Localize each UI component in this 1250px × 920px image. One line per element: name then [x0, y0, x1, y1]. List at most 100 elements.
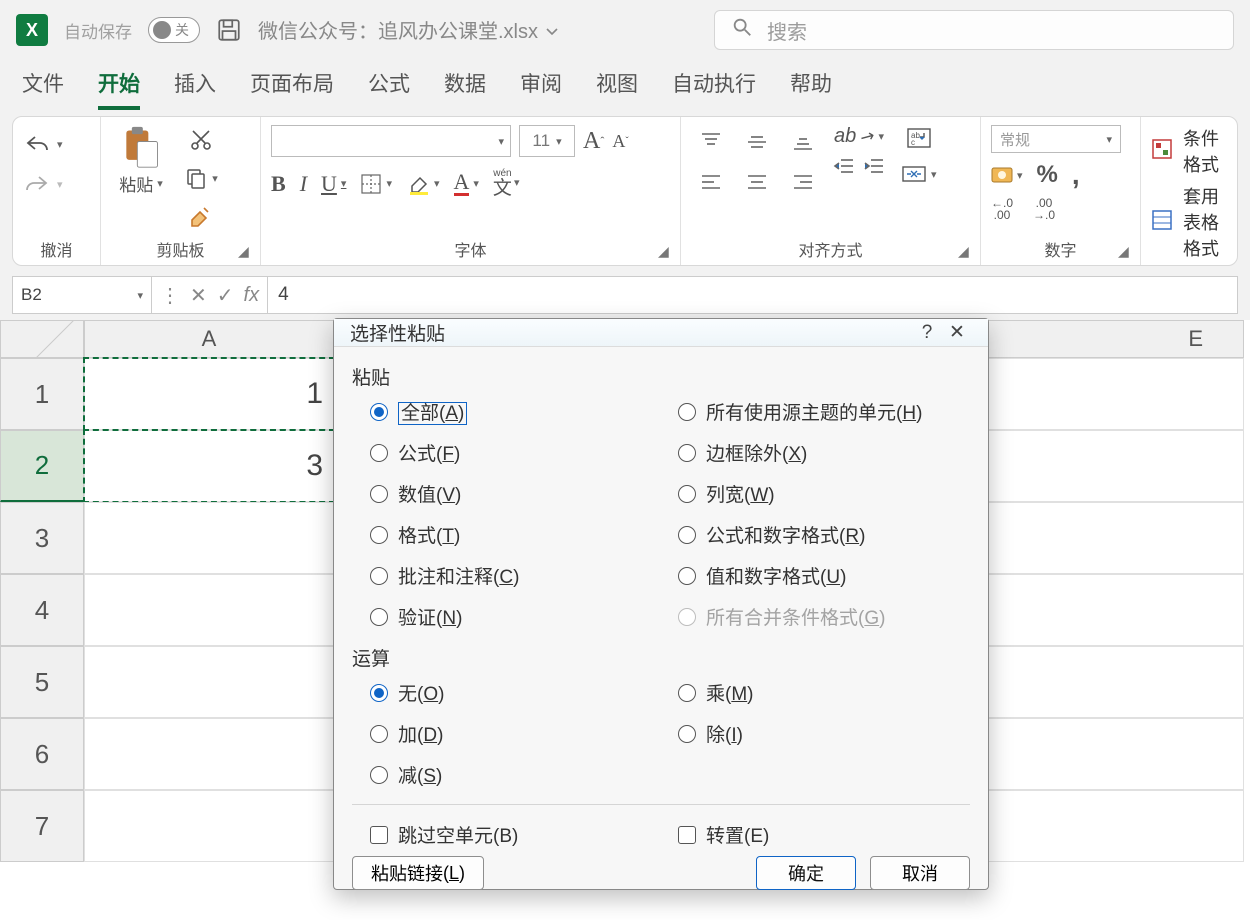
- cell[interactable]: [84, 646, 334, 718]
- align-top-icon[interactable]: [691, 125, 731, 159]
- tab-开始[interactable]: 开始: [98, 68, 140, 110]
- edit-options-icon[interactable]: ⋮: [160, 283, 180, 308]
- tab-公式[interactable]: 公式: [368, 68, 410, 110]
- align-bottom-icon[interactable]: [783, 125, 823, 159]
- align-center-icon[interactable]: [737, 165, 777, 199]
- cell[interactable]: [84, 502, 334, 574]
- number-format-select[interactable]: 常规 ▾: [991, 125, 1121, 153]
- radio-option[interactable]: 值和数字格式(U): [678, 562, 970, 589]
- row-header[interactable]: 4: [0, 574, 84, 646]
- cell[interactable]: [84, 790, 334, 862]
- autosave-toggle[interactable]: 关: [148, 17, 200, 43]
- help-icon[interactable]: ?: [912, 322, 942, 344]
- style-item[interactable]: 套用表格格式: [1151, 183, 1227, 261]
- name-box[interactable]: B2 ▾: [12, 276, 152, 314]
- search-input[interactable]: 搜索: [714, 10, 1234, 50]
- close-icon[interactable]: ✕: [942, 321, 972, 344]
- radio-option[interactable]: 验证(N): [370, 603, 670, 630]
- save-icon[interactable]: [216, 17, 242, 43]
- radio-option[interactable]: 格式(T): [370, 521, 670, 548]
- column-header[interactable]: A: [84, 320, 334, 358]
- tab-自动执行[interactable]: 自动执行: [672, 68, 756, 110]
- row-header[interactable]: 6: [0, 718, 84, 790]
- currency-button[interactable]: ▾: [991, 165, 1023, 185]
- italic-button[interactable]: I: [300, 171, 307, 197]
- align-right-icon[interactable]: [783, 165, 823, 199]
- dialog-launcher-icon[interactable]: ◢: [658, 243, 674, 259]
- radio-option[interactable]: 公式(F): [370, 439, 670, 466]
- paste-button[interactable]: 粘贴▾: [111, 125, 171, 231]
- row-header[interactable]: 2: [0, 430, 84, 502]
- comma-button[interactable]: ,: [1072, 159, 1080, 191]
- cell[interactable]: 1: [84, 358, 334, 430]
- align-left-icon[interactable]: [691, 165, 731, 199]
- formula-input[interactable]: 4: [267, 276, 1238, 314]
- radio-option[interactable]: 列宽(W): [678, 480, 970, 507]
- fill-color-button[interactable]: ▾: [406, 172, 440, 196]
- radio-option[interactable]: 除(I): [678, 720, 970, 747]
- increase-indent-icon[interactable]: [863, 156, 885, 178]
- undo-button[interactable]: ▾: [23, 129, 73, 159]
- bold-button[interactable]: B: [271, 171, 286, 197]
- borders-button[interactable]: ▾: [360, 173, 392, 195]
- row-header[interactable]: 5: [0, 646, 84, 718]
- merge-center-button[interactable]: ▾: [901, 161, 937, 187]
- orientation-button[interactable]: ab↗▾: [833, 125, 885, 148]
- radio-option[interactable]: 无(O): [370, 679, 670, 706]
- transpose-checkbox[interactable]: 转置(E): [678, 821, 970, 848]
- radio-option[interactable]: 数值(V): [370, 480, 670, 507]
- font-color-button[interactable]: A▾: [454, 171, 479, 196]
- tab-插入[interactable]: 插入: [174, 68, 216, 110]
- font-size-select[interactable]: 11▾: [519, 125, 575, 157]
- cut-button[interactable]: [183, 125, 219, 155]
- decrease-decimal-icon[interactable]: .00→.0: [1033, 197, 1055, 221]
- format-painter-button[interactable]: [183, 201, 219, 231]
- paste-link-button[interactable]: 粘贴链接(L): [352, 856, 484, 890]
- radio-option[interactable]: 减(S): [370, 761, 670, 788]
- wrap-text-button[interactable]: abc: [901, 125, 937, 151]
- dialog-launcher-icon[interactable]: ◢: [1118, 243, 1134, 259]
- cell[interactable]: [84, 574, 334, 646]
- row-header[interactable]: 7: [0, 790, 84, 862]
- radio-option[interactable]: 乘(M): [678, 679, 970, 706]
- percent-button[interactable]: %: [1037, 161, 1058, 189]
- font-name-select[interactable]: ▾: [271, 125, 511, 157]
- dialog-launcher-icon[interactable]: ◢: [238, 243, 254, 259]
- cell[interactable]: 3: [84, 430, 334, 502]
- increase-font-icon[interactable]: Aˆ: [583, 125, 604, 157]
- row-header[interactable]: 3: [0, 502, 84, 574]
- tab-数据[interactable]: 数据: [444, 68, 486, 110]
- tab-视图[interactable]: 视图: [596, 68, 638, 110]
- style-item[interactable]: 条件格式: [1151, 125, 1227, 177]
- tab-文件[interactable]: 文件: [22, 68, 64, 110]
- skip-blanks-checkbox[interactable]: 跳过空单元(B): [370, 821, 670, 848]
- cell[interactable]: [84, 718, 334, 790]
- filename-dropdown-icon[interactable]: [544, 22, 560, 45]
- redo-button[interactable]: ▾: [23, 169, 73, 199]
- radio-option[interactable]: 所有使用源主题的单元(H): [678, 398, 970, 425]
- decrease-font-icon[interactable]: Aˇ: [612, 125, 628, 157]
- tab-页面布局[interactable]: 页面布局: [250, 68, 334, 110]
- select-all-corner[interactable]: [0, 320, 84, 358]
- underline-button[interactable]: U▾: [321, 171, 346, 197]
- row-header[interactable]: 1: [0, 358, 84, 430]
- confirm-edit-icon[interactable]: ✓: [217, 283, 234, 308]
- filename[interactable]: 微信公众号：追风办公课堂.xlsx: [258, 15, 560, 44]
- tab-帮助[interactable]: 帮助: [790, 68, 832, 110]
- radio-option[interactable]: 边框除外(X): [678, 439, 970, 466]
- dialog-launcher-icon[interactable]: ◢: [958, 243, 974, 259]
- radio-option[interactable]: 全部(A): [370, 398, 670, 425]
- ok-button[interactable]: 确定: [756, 856, 856, 890]
- decrease-indent-icon[interactable]: [833, 156, 855, 178]
- fx-icon[interactable]: fx: [244, 284, 260, 307]
- cancel-edit-icon[interactable]: ✕: [190, 283, 207, 308]
- tab-审阅[interactable]: 审阅: [520, 68, 562, 110]
- increase-decimal-icon[interactable]: ←.0.00: [991, 197, 1013, 221]
- radio-option[interactable]: 公式和数字格式(R): [678, 521, 970, 548]
- radio-option[interactable]: 批注和注释(C): [370, 562, 670, 589]
- cancel-button[interactable]: 取消: [870, 856, 970, 890]
- radio-option[interactable]: 加(D): [370, 720, 670, 747]
- phonetic-guide-button[interactable]: wén文▾: [493, 169, 520, 198]
- align-middle-icon[interactable]: [737, 125, 777, 159]
- copy-button[interactable]: ▾: [183, 163, 219, 193]
